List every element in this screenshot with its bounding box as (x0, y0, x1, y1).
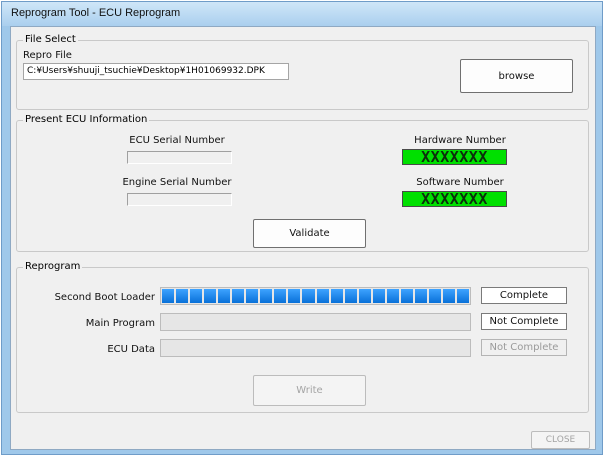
main-program-label: Main Program (85, 318, 155, 329)
progress-segment (442, 289, 455, 303)
reprogram-group: Reprogram Second Boot Loader Complete Ma… (16, 261, 589, 413)
progress-segment (344, 289, 357, 303)
second-boot-loader-progress (160, 287, 471, 305)
software-number-value: XXXXXXX (402, 190, 507, 208)
repro-file-input[interactable]: C:¥Users¥shuuji_tsuchie¥Desktop¥1H010699… (23, 63, 289, 80)
ecu-serial-field (127, 151, 232, 164)
progress-segment (414, 289, 427, 303)
progress-fill (162, 289, 470, 303)
engine-serial-label: Engine Serial Number (122, 177, 232, 188)
file-select-group: File Select Repro File C:¥Users¥shuuji_t… (16, 34, 589, 110)
hardware-number-value: XXXXXXX (402, 148, 507, 166)
close-button[interactable]: CLOSE (531, 431, 590, 449)
progress-segment (428, 289, 441, 303)
progress-segment (274, 289, 287, 303)
title-bar[interactable]: Reprogram Tool - ECU Reprogram (2, 2, 602, 26)
file-select-legend: File Select (23, 34, 78, 45)
ecu-info-legend: Present ECU Information (23, 114, 150, 125)
browse-button[interactable]: browse (460, 59, 573, 93)
ecu-data-label: ECU Data (107, 344, 155, 355)
progress-segment (218, 289, 231, 303)
write-button[interactable]: Write (253, 375, 366, 406)
progress-segment (232, 289, 245, 303)
repro-file-label: Repro File (23, 50, 72, 61)
software-number-label: Software Number (416, 177, 504, 188)
ecu-serial-label: ECU Serial Number (129, 135, 225, 146)
main-program-progress (160, 313, 471, 331)
progress-segment (190, 289, 203, 303)
progress-segment (456, 289, 470, 303)
progress-segment (162, 289, 175, 303)
progress-segment (204, 289, 217, 303)
progress-segment (260, 289, 273, 303)
app-window: Reprogram Tool - ECU Reprogram File Sele… (1, 1, 603, 455)
progress-segment (176, 289, 189, 303)
progress-segment (246, 289, 259, 303)
progress-segment (400, 289, 413, 303)
second-boot-loader-status: Complete (481, 287, 567, 304)
second-boot-loader-label: Second Boot Loader (54, 292, 155, 303)
window-title: Reprogram Tool - ECU Reprogram (11, 7, 181, 19)
hardware-number-label: Hardware Number (414, 135, 506, 146)
progress-segment (302, 289, 315, 303)
ecu-data-status: Not Complete (481, 339, 567, 356)
progress-segment (316, 289, 329, 303)
progress-segment (288, 289, 301, 303)
client-area: File Select Repro File C:¥Users¥shuuji_t… (10, 26, 596, 450)
main-program-status: Not Complete (481, 313, 567, 330)
progress-segment (358, 289, 371, 303)
ecu-data-progress (160, 339, 471, 357)
reprogram-legend: Reprogram (23, 261, 83, 272)
progress-segment (372, 289, 385, 303)
progress-segment (330, 289, 343, 303)
progress-segment (386, 289, 399, 303)
ecu-info-group: Present ECU Information ECU Serial Numbe… (16, 114, 589, 252)
validate-button[interactable]: Validate (253, 219, 366, 248)
engine-serial-field (127, 193, 232, 206)
